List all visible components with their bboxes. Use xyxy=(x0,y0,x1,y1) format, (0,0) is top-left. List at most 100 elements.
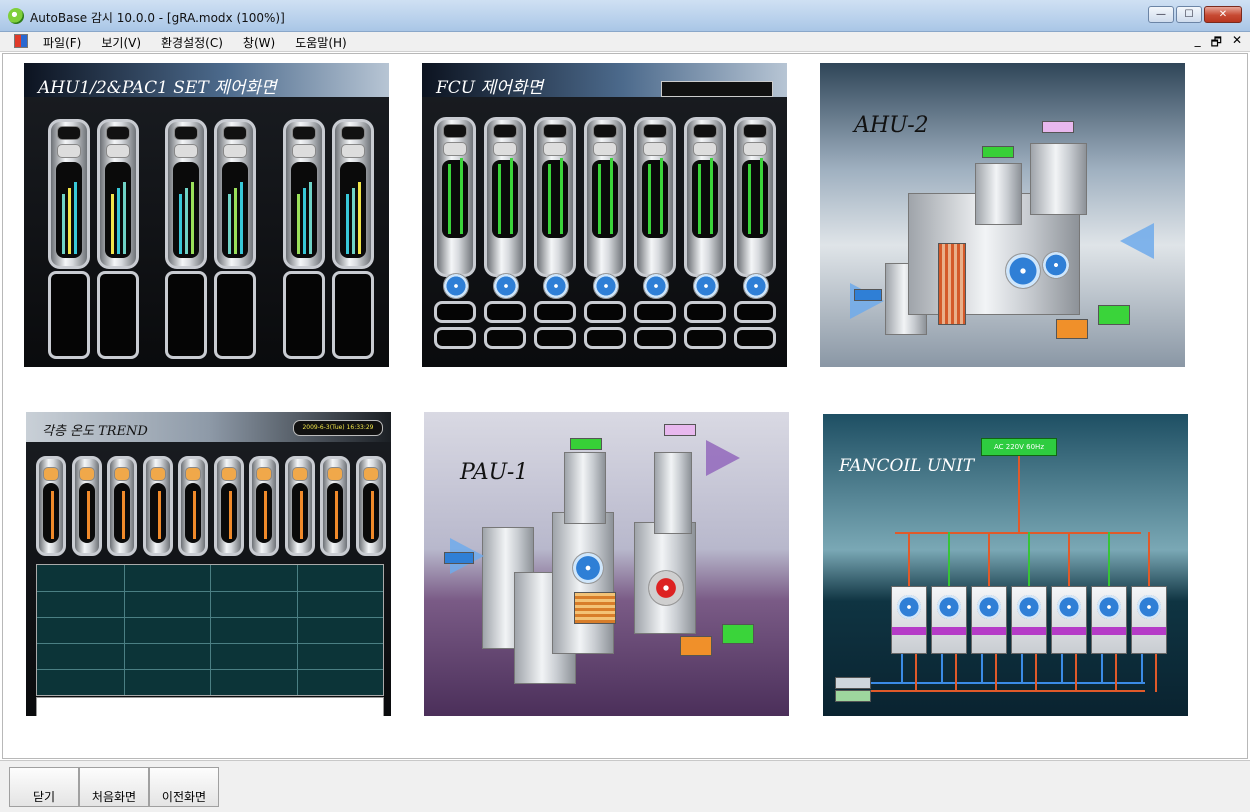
thumbnail-fancoil-unit[interactable]: FANCOIL UNIT AC 220V 60Hz xyxy=(823,414,1188,716)
document-icon[interactable] xyxy=(14,34,28,48)
gauge-bar xyxy=(460,158,463,234)
pipe-line xyxy=(995,654,997,692)
gauge-bar xyxy=(498,164,501,234)
gauge-bar xyxy=(123,182,126,254)
floor-temperature-gauge xyxy=(249,456,279,556)
gauge-track xyxy=(542,158,568,238)
duct xyxy=(975,163,1022,225)
main-content: AHU1/2&PAC1 SET 제어화면 FCU 제어화면 AHU-2 각층 온… xyxy=(2,53,1248,759)
gauge-switch xyxy=(106,144,130,158)
gauge-label xyxy=(114,467,130,481)
unit-stripe xyxy=(972,627,1006,635)
close-window-button[interactable]: ✕ xyxy=(1204,6,1242,23)
gauge-bar xyxy=(346,194,349,254)
home-screen-button[interactable]: 처음화면 xyxy=(79,767,149,807)
gauge-label xyxy=(593,124,617,138)
menu-settings[interactable]: 환경설정(C) xyxy=(161,34,223,51)
gauge-label xyxy=(185,467,201,481)
value-panel xyxy=(48,271,90,359)
value-panel xyxy=(434,301,476,323)
gauge-bar xyxy=(240,182,243,254)
gauge-bar xyxy=(193,491,196,539)
branch-line xyxy=(908,532,910,586)
menu-window[interactable]: 창(W) xyxy=(243,34,275,51)
fancoil-unit xyxy=(891,586,927,654)
thumbnail-fcu-control[interactable]: FCU 제어화면 xyxy=(422,63,787,367)
value-panel xyxy=(283,271,325,359)
fan-icon xyxy=(937,595,961,619)
fan-icon xyxy=(1097,595,1121,619)
gauge-track xyxy=(114,483,130,543)
gauge-label xyxy=(220,467,237,481)
menu-help[interactable]: 도움말(H) xyxy=(295,34,347,51)
mdi-minimize-button[interactable]: _ xyxy=(1195,33,1201,54)
gauge-bar xyxy=(86,491,90,539)
gauge-label xyxy=(743,124,767,138)
window-controls: — ☐ ✕ xyxy=(1148,6,1242,23)
gauge-bar xyxy=(51,491,54,539)
value-panel xyxy=(684,327,726,349)
gauge-bar xyxy=(598,164,601,234)
mdi-close-button[interactable]: ✕ xyxy=(1232,33,1242,54)
thumbnail-header: 각층 온도 TREND 2009-6-3(Tue) 16:33:29 xyxy=(26,412,391,442)
previous-screen-button[interactable]: 이전화면 xyxy=(149,767,219,807)
gauge-switch xyxy=(223,144,247,158)
fcu-gauge xyxy=(484,117,526,277)
gauge-track xyxy=(256,483,272,543)
value-tag xyxy=(1098,305,1130,325)
gauge-label xyxy=(291,467,308,481)
value-panel xyxy=(214,271,256,359)
gauge-label xyxy=(78,467,95,481)
gauge-track xyxy=(43,483,59,543)
value-tag xyxy=(680,636,712,656)
pipe-line xyxy=(915,654,917,692)
value-panel xyxy=(165,271,207,359)
menu-view[interactable]: 보기(V) xyxy=(101,34,141,51)
value-panel xyxy=(534,327,576,349)
fcu-gauge xyxy=(634,117,676,277)
maximize-button[interactable]: ☐ xyxy=(1176,6,1202,23)
thumbnail-ahu-2[interactable]: AHU-2 xyxy=(820,63,1185,367)
minimize-button[interactable]: — xyxy=(1148,6,1174,23)
mdi-restore-button[interactable]: 🗗 xyxy=(1211,33,1222,54)
fcu-gauge xyxy=(434,117,476,277)
gauge-switch xyxy=(643,142,667,156)
fan-icon xyxy=(572,552,604,584)
thumbnail-title: AHU-2 xyxy=(854,113,929,138)
trend-plot[interactable] xyxy=(36,564,384,696)
unit-stripe xyxy=(1012,627,1046,635)
branch-line xyxy=(1108,532,1110,586)
fancoil-unit xyxy=(1011,586,1047,654)
thumbnail-temperature-trend[interactable]: 각층 온도 TREND 2009-6-3(Tue) 16:33:29 xyxy=(26,412,391,716)
gauge-bar xyxy=(297,194,300,254)
duct xyxy=(1030,143,1087,215)
pipe-line xyxy=(1035,654,1037,692)
status-tag xyxy=(854,289,882,301)
gauge-bar xyxy=(74,182,77,254)
gauge-track xyxy=(149,483,166,543)
gauge-track xyxy=(340,162,366,258)
menu-file[interactable]: 파일(F) xyxy=(43,34,81,51)
fan-icon xyxy=(493,273,519,299)
close-button[interactable]: 닫기 xyxy=(9,767,79,807)
fan-icon xyxy=(1005,253,1041,289)
gauge-track xyxy=(592,158,618,238)
fancoil-unit xyxy=(1131,586,1167,654)
thumbnail-pau-1[interactable]: PAU-1 xyxy=(424,412,789,716)
fancoil-unit xyxy=(1091,586,1127,654)
gauge-bar xyxy=(185,188,188,254)
fan-icon xyxy=(1017,595,1041,619)
gauge-track xyxy=(692,158,718,238)
fan-icon xyxy=(643,273,669,299)
thumbnail-ahu-pac-set[interactable]: AHU1/2&PAC1 SET 제어화면 xyxy=(24,63,389,367)
gauge-track xyxy=(642,158,668,238)
gauge-switch xyxy=(57,144,81,158)
gauge-bar xyxy=(157,491,161,539)
gauge-bar xyxy=(448,164,451,234)
status-tag xyxy=(982,146,1014,158)
value-panel xyxy=(734,301,776,323)
floor-temperature-gauge xyxy=(213,456,244,556)
gauge-label xyxy=(256,467,272,481)
gauge-bar xyxy=(548,164,551,234)
gauge-switch xyxy=(743,142,767,156)
